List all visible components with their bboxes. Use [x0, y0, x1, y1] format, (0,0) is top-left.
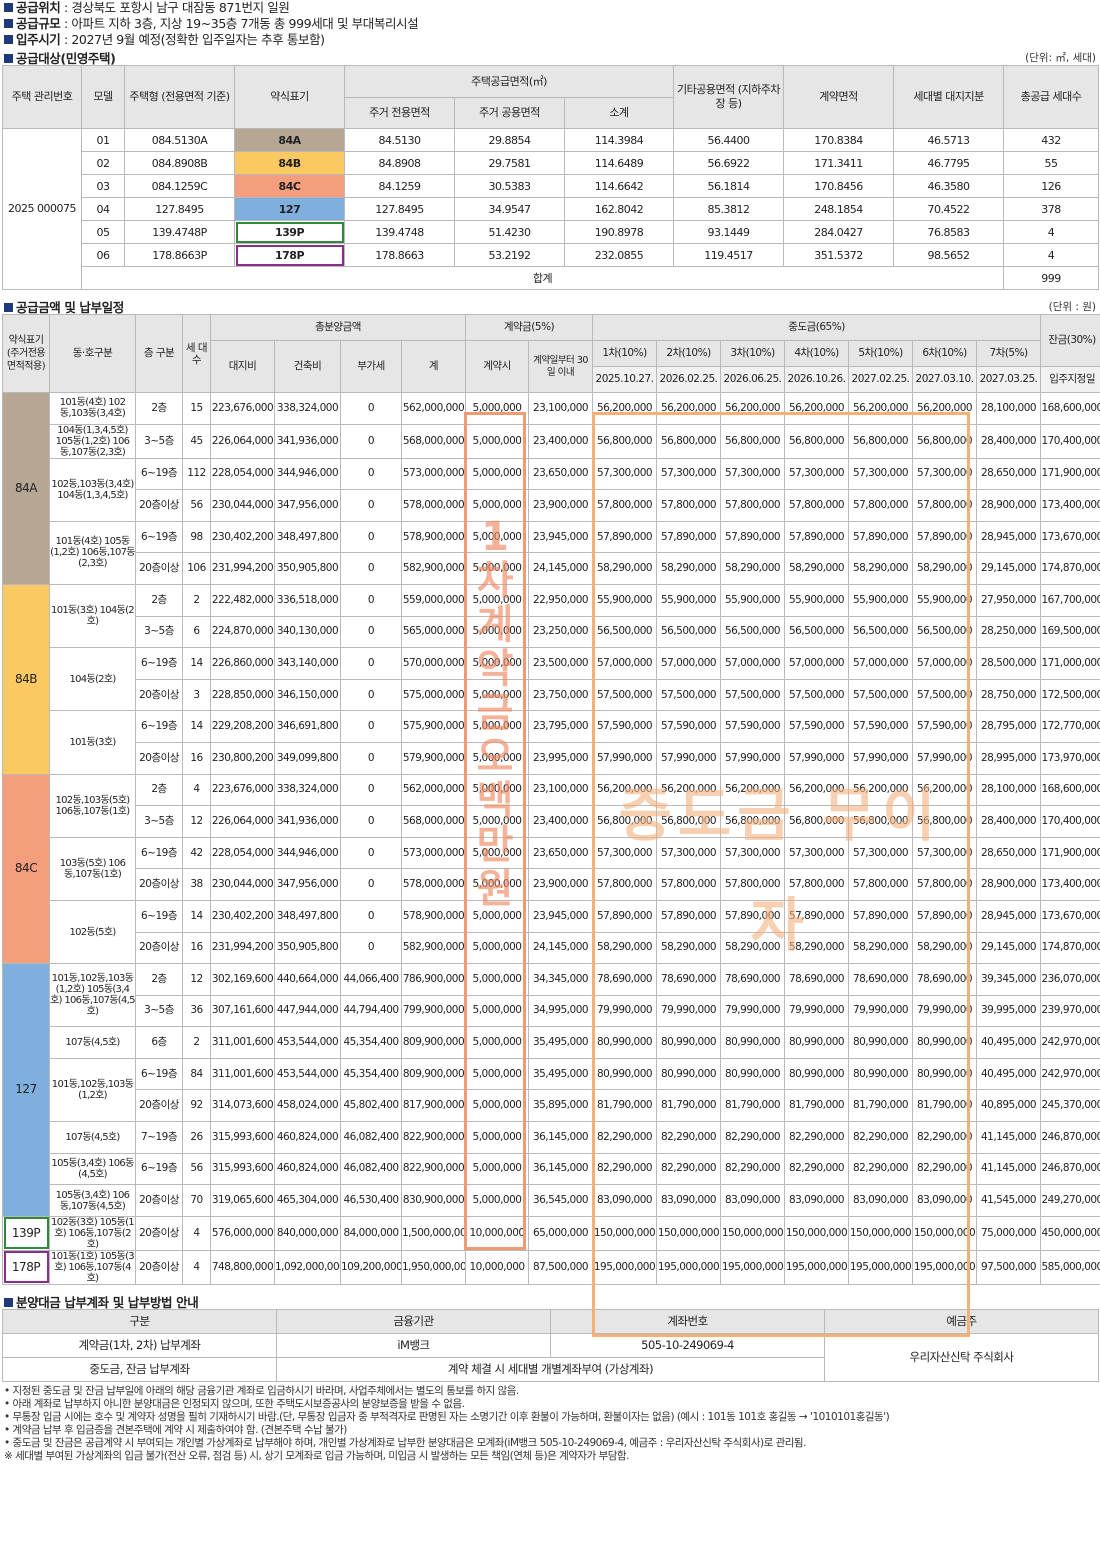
bullet-square-icon: [4, 35, 13, 44]
unit-label: (단위 : 원): [1048, 301, 1096, 313]
dong-ho-cell: 107동(4,5호): [49, 1121, 136, 1154]
note: • 무통장 입금 시에는 호수 및 계약자 성명을 필히 기재하시기 바람.(단…: [4, 1410, 890, 1423]
dong-ho-cell: 101동(4호) 102동,103동(3,4호): [49, 392, 136, 425]
dong-ho-cell: 102동,103동(3,4호) 104동(1,3,4,5호): [49, 457, 136, 522]
table-row: 06 178.8663P 178P 178.8663 53.2192 232.0855 11…: [3, 243, 1100, 267]
note: • 계약금 납부 후 입금증을 견본주택에 계약 시 제출하여야 함. (견본주…: [4, 1423, 347, 1436]
note: • 지정된 중도금 및 잔금 납부일에 아래의 해당 금융기관 계좌로 입금하시…: [4, 1384, 519, 1397]
table-row: 04 127.8495 127 127.8495 34.9547 162.8042 85.3…: [3, 197, 1100, 221]
table-row: 05 139.4748P 139P 139.4748 51.4230 190.8978 93…: [3, 220, 1100, 244]
dong-ho-cell: 101동(3호): [49, 710, 136, 775]
type-group-label: 84B: [2, 583, 50, 775]
dong-ho-cell: 105동(3,4호) 106동,107동(4,5호): [49, 1184, 136, 1217]
dong-ho-cell: 102동(3호) 105동(1호) 106동,107동(2호): [49, 1215, 136, 1251]
type-badge: 84C: [234, 174, 345, 198]
dong-ho-cell: 101동(3호) 104동(2호): [49, 583, 136, 649]
type-group-label: 84A: [2, 392, 50, 585]
dong-ho-cell: 104동(1,3,4,5호) 105동(1,2호) 106동,107동(2,3호…: [49, 423, 136, 459]
type-group-label: 178P: [2, 1249, 50, 1285]
type-group-label: 139P: [2, 1215, 50, 1251]
dong-ho-cell: 101동,102동,103동 (1,2호): [49, 1057, 136, 1123]
account-owner: 우리자산신탁 주식회사: [824, 1332, 1099, 1382]
dong-ho-cell: 105동(3,4호) 106동(4,5호): [49, 1152, 136, 1186]
bullet-square-icon: [4, 1297, 13, 1307]
dong-ho-cell: 102동(5호): [49, 899, 136, 965]
deposit-promo-text: 1차계약금오백만원: [476, 514, 514, 912]
section-supply-target: 공급대상(민영주택) (단위: ㎡, 세대): [0, 48, 1100, 66]
note: • 아래 계좌로 납부하지 아니한 분양대금은 인정되지 않으며, 또한 주택도…: [4, 1397, 465, 1410]
dong-ho-cell: 101동,102동,103동(1,2호) 105동(3,4호) 106동,107…: [49, 963, 136, 1028]
table-row: 03 084.1259C 84C 84.1259 30.5383 114.6642 56.1…: [3, 174, 1100, 198]
info-move-in: 입주시기 : 2027년 9월 예정(정확한 입주일자는 추후 통보함): [4, 32, 1096, 48]
notes: • 지정된 중도금 및 잔금 납부일에 아래의 해당 금융기관 계좌로 입금하시…: [0, 1382, 1100, 1463]
type-badge: 84A: [234, 128, 345, 152]
bullet-square-icon: [4, 19, 13, 28]
dong-ho-cell: 101동(4호) 105동(1,2호) 106동,107동(2,3호): [49, 520, 136, 585]
table-row: 02 084.8908B 84B 84.8908 29.7581 114.6489 56.6…: [3, 151, 1100, 175]
dong-ho-cell: 101동(1호) 105동(3호) 106동,107동(4호): [49, 1249, 136, 1285]
info-location: 공급위치 : 경상북도 포항시 남구 대잠동 871번지 일원: [4, 0, 1096, 16]
bullet-square-icon: [4, 303, 13, 312]
unit-label: (단위: ㎡, 세대): [1025, 52, 1096, 64]
bullet-square-icon: [4, 3, 13, 12]
dong-ho-cell: 102동,103동(5호) 106동,107동(1호): [49, 773, 136, 838]
dong-ho-cell: 104동(2호): [49, 647, 136, 712]
bullet-square-icon: [4, 54, 13, 63]
type-badge: 178P: [234, 243, 345, 267]
section-price-schedule: 공급금액 및 납부일정 (단위 : 원): [0, 297, 1100, 315]
dong-ho-cell: 107동(4,5호): [49, 1026, 136, 1059]
dong-ho-cell: 103동(5호) 106동,107동(1호): [49, 836, 136, 901]
note: ※ 세대별 부여된 가상계좌의 입금 불가(전산 오류, 점검 등) 시, 상기…: [4, 1449, 629, 1462]
note: • 중도금 및 잔금은 공급계약 시 부여되는 개인별 가상계좌로 납부해야 하…: [4, 1436, 806, 1449]
mgmt-number: 2025 000075: [2, 128, 82, 290]
type-group-label: 84C: [2, 773, 50, 965]
type-badge: 127: [234, 197, 345, 221]
type-badge: 139P: [234, 220, 345, 244]
table-row: 2025 000075 01 084.5130A 84A 84.5130 29.8854 1…: [2, 128, 1100, 290]
info-scale: 공급규모 : 아파트 지하 3층, 지상 19~35층 7개동 총 999세대 …: [4, 16, 1096, 32]
type-badge: 84B: [234, 151, 345, 175]
interim-promo-text: 중도금 무이자: [618, 781, 942, 959]
page: 공급위치 : 경상북도 포항시 남구 대잠동 871번지 일원 공급규모 : 아…: [0, 0, 1100, 1556]
supply-target-table: 주택 관리번호 모델 주택형 (전용면적 기준) 약식표기 주택공급면적(㎡) …: [2, 65, 1100, 290]
supply-info: 공급위치 : 경상북도 포항시 남구 대잠동 871번지 일원 공급규모 : 아…: [0, 0, 1100, 48]
sum-row: 합계 999: [3, 266, 1100, 290]
type-group-label: 127: [2, 963, 50, 1217]
